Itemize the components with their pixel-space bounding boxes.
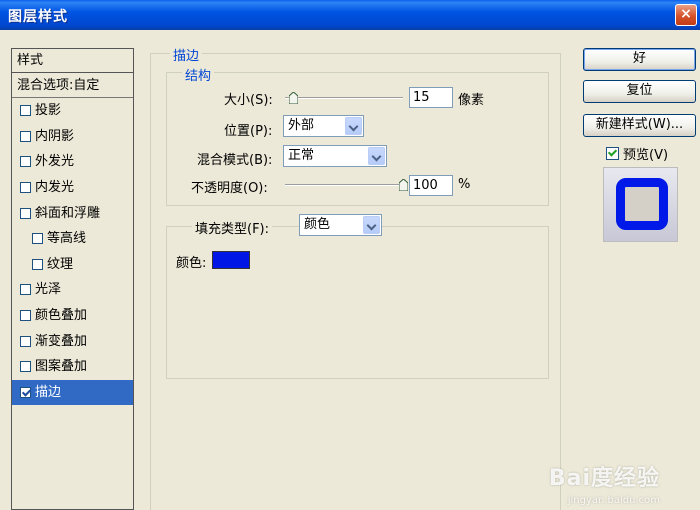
close-button[interactable]: ×	[675, 4, 697, 26]
fill-type-select-value: 颜色	[304, 217, 331, 232]
style-item-label: 内发光	[35, 180, 75, 196]
style-item-color-overlay[interactable]: 颜色叠加	[12, 303, 133, 329]
color-label: 颜色:	[176, 256, 207, 271]
opacity-slider-track[interactable]	[285, 184, 403, 186]
stroke-group-title: 描边	[170, 45, 203, 64]
chevron-down-icon[interactable]	[363, 216, 380, 234]
size-slider-track[interactable]	[285, 97, 403, 99]
style-item-gradient-overlay[interactable]: 渐变叠加	[12, 328, 133, 354]
style-item-outer-glow[interactable]: 外发光	[12, 149, 133, 175]
styles-list: 样式 混合选项:自定 投影 内阴影 外发光 内发光 斜面和浮雕 等高线 纹理 光…	[11, 48, 134, 510]
new-style-button[interactable]: 新建样式(W)...	[583, 114, 696, 137]
structure-group-title: 结构	[182, 65, 215, 84]
style-item-label: 投影	[35, 103, 62, 119]
inner-glow-checkbox[interactable]	[20, 182, 31, 194]
preview-label: 预览(V)	[623, 148, 669, 163]
size-input[interactable]: 15	[409, 87, 453, 108]
position-select-value: 外部	[288, 118, 315, 133]
opacity-label: 不透明度(O):	[191, 181, 268, 196]
chevron-down-icon[interactable]	[345, 117, 362, 135]
color-overlay-checkbox[interactable]	[20, 310, 31, 322]
style-item-label: 颜色叠加	[35, 308, 88, 324]
style-item-texture[interactable]: 纹理	[12, 252, 133, 278]
preview-thumbnail	[616, 178, 668, 230]
baidu-jingyan-logo: Bai度经验	[548, 466, 660, 491]
fill-type-select[interactable]: 颜色	[299, 214, 382, 236]
style-item-label: 纹理	[47, 256, 74, 272]
size-label: 大小(S):	[224, 93, 273, 108]
stroke-color-swatch[interactable]	[212, 251, 250, 269]
size-slider-thumb[interactable]	[289, 92, 299, 104]
style-item-stroke[interactable]: 描边	[12, 379, 133, 406]
style-preview	[603, 167, 678, 242]
blend-mode-select-value: 正常	[288, 148, 315, 163]
style-item-label: 光泽	[35, 282, 62, 298]
chevron-down-icon[interactable]	[368, 147, 385, 165]
title-bar: 图层样式 ×	[0, 0, 700, 30]
position-label: 位置(P):	[224, 124, 273, 139]
ok-button[interactable]: 好	[583, 48, 696, 71]
drop-shadow-checkbox[interactable]	[20, 105, 31, 117]
fill-group	[166, 226, 549, 379]
style-item-label: 渐变叠加	[35, 333, 88, 349]
dialog-body: 样式 混合选项:自定 投影 内阴影 外发光 内发光 斜面和浮雕 等高线 纹理 光…	[0, 30, 700, 510]
texture-checkbox[interactable]	[32, 258, 43, 270]
style-item-contour[interactable]: 等高线	[12, 226, 133, 252]
preview-checkbox-row[interactable]: 预览(V)	[606, 144, 668, 163]
styles-list-header[interactable]: 样式	[12, 49, 133, 73]
gradient-overlay-checkbox[interactable]	[20, 335, 31, 347]
window-title: 图层样式	[8, 9, 68, 25]
bevel-emboss-checkbox[interactable]	[20, 207, 31, 219]
style-item-pattern-overlay[interactable]: 图案叠加	[12, 354, 133, 380]
size-unit: 像素	[458, 93, 485, 108]
blend-mode-select[interactable]: 正常	[283, 145, 387, 167]
style-item-label: 图案叠加	[35, 359, 88, 375]
style-item-bevel-emboss[interactable]: 斜面和浮雕	[12, 200, 133, 226]
style-item-inner-glow[interactable]: 内发光	[12, 175, 133, 201]
outer-glow-checkbox[interactable]	[20, 156, 31, 168]
opacity-unit: %	[458, 177, 471, 192]
blend-options-item[interactable]: 混合选项:自定	[12, 73, 133, 98]
pattern-overlay-checkbox[interactable]	[20, 361, 31, 373]
position-select[interactable]: 外部	[283, 115, 364, 137]
preview-checkbox[interactable]	[606, 147, 619, 160]
stroke-checkbox[interactable]	[20, 386, 31, 398]
contour-checkbox[interactable]	[32, 233, 43, 245]
opacity-slider-thumb[interactable]	[399, 179, 408, 191]
style-item-label: 内阴影	[35, 128, 75, 144]
style-item-label: 斜面和浮雕	[35, 205, 101, 221]
opacity-input[interactable]: 100	[409, 175, 453, 196]
watermark-url: jingyan.baidu.com	[567, 495, 660, 506]
satin-checkbox[interactable]	[20, 284, 31, 296]
style-item-inner-shadow[interactable]: 内阴影	[12, 124, 133, 150]
style-item-satin[interactable]: 光泽	[12, 277, 133, 303]
inner-shadow-checkbox[interactable]	[20, 130, 31, 142]
style-item-drop-shadow[interactable]: 投影	[12, 98, 133, 124]
style-item-label: 等高线	[47, 231, 87, 247]
style-item-label: 外发光	[35, 154, 75, 170]
fill-type-label: 填充类型(F):	[192, 218, 273, 237]
blend-mode-label: 混合模式(B):	[197, 153, 273, 168]
reset-button[interactable]: 复位	[583, 80, 696, 103]
style-item-label: 描边	[35, 384, 62, 400]
